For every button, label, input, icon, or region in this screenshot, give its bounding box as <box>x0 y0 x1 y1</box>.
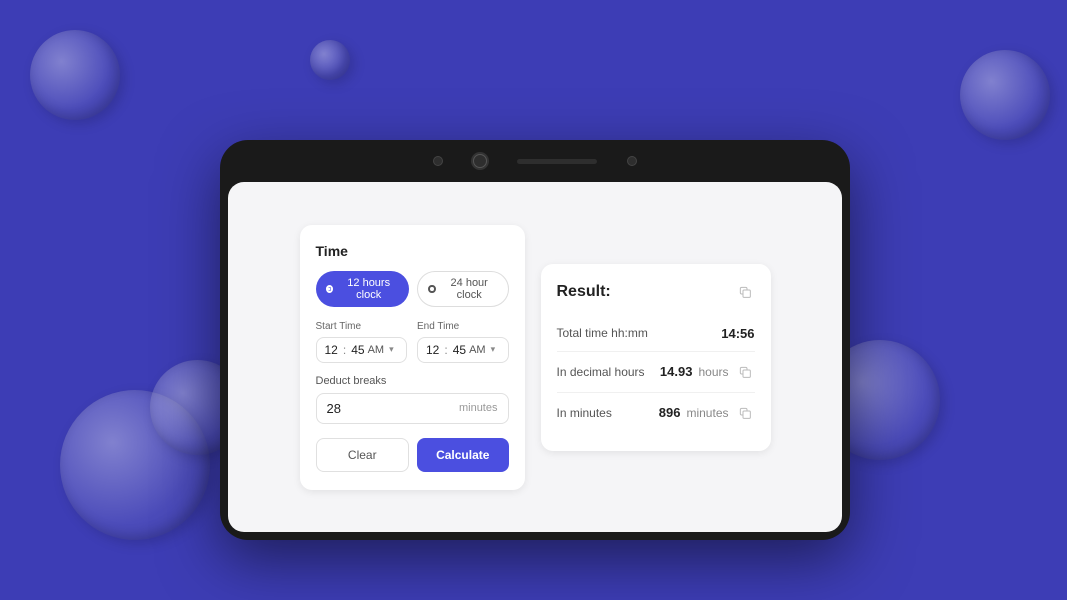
decimal-hours-right: 14.93 hours <box>660 362 755 382</box>
panel-title: Time <box>316 243 509 259</box>
total-time-right: 14:56 <box>721 326 754 341</box>
end-chevron-icon: ▾ <box>491 344 496 355</box>
start-ampm: AM <box>368 344 385 356</box>
tablet-frame: Time 12 hours clock 24 hour clock Start … <box>220 140 850 540</box>
result-row-decimal: In decimal hours 14.93 hours <box>557 352 755 393</box>
time-inputs-row: Start Time 12 : 45 AM ▾ End Time 12 : 45 <box>316 321 509 363</box>
12-hour-clock-button[interactable]: 12 hours clock <box>316 271 410 307</box>
start-hours: 12 <box>325 343 338 357</box>
deduct-breaks-value: 28 <box>327 401 459 416</box>
start-time-select[interactable]: 12 : 45 AM ▾ <box>316 337 408 363</box>
copy-minutes-button[interactable] <box>735 403 755 423</box>
end-time-select[interactable]: 12 : 45 AM ▾ <box>417 337 509 363</box>
24-hour-clock-label: 24 hour clock <box>441 277 498 301</box>
end-time-group: End Time 12 : 45 AM ▾ <box>417 321 509 363</box>
tablet-top-bar <box>220 140 850 182</box>
tablet-screen: Time 12 hours clock 24 hour clock Start … <box>228 182 842 532</box>
copy-decimal-button[interactable] <box>735 362 755 382</box>
minutes-value: 896 <box>659 405 681 420</box>
start-sep: : <box>343 343 346 357</box>
end-minutes: 45 <box>453 343 466 357</box>
start-chevron-icon: ▾ <box>389 344 394 355</box>
start-time-group: Start Time 12 : 45 AM ▾ <box>316 321 408 363</box>
decimal-hours-value: 14.93 <box>660 364 693 379</box>
mic-bar <box>517 159 597 164</box>
24-hour-clock-button[interactable]: 24 hour clock <box>417 271 508 307</box>
result-row-total: Total time hh:mm 14:56 <box>557 316 755 352</box>
action-buttons: Clear Calculate <box>316 438 509 472</box>
minutes-right: 896 minutes <box>659 403 755 423</box>
end-hours: 12 <box>426 343 439 357</box>
camera-center-icon <box>473 154 487 168</box>
camera-left-icon <box>433 156 443 166</box>
end-ampm: AM <box>469 344 486 356</box>
result-header: Result: <box>557 282 755 302</box>
end-sep: : <box>444 343 447 357</box>
minutes-label: In minutes <box>557 406 612 420</box>
camera-right-icon <box>627 156 637 166</box>
12-hour-clock-label: 12 hours clock <box>338 277 399 301</box>
result-title: Result: <box>557 283 611 301</box>
decimal-hours-unit: hours <box>698 365 728 379</box>
end-time-label: End Time <box>417 321 509 332</box>
deduct-breaks-unit: minutes <box>459 402 498 414</box>
copy-all-button[interactable] <box>735 282 755 302</box>
deduct-breaks-label: Deduct breaks <box>316 375 509 387</box>
total-time-value: 14:56 <box>721 326 754 341</box>
calculate-button[interactable]: Calculate <box>417 438 509 472</box>
minutes-unit: minutes <box>686 406 728 420</box>
clock-toggle-group: 12 hours clock 24 hour clock <box>316 271 509 307</box>
radio-dot-active <box>326 285 333 293</box>
bubble-3 <box>960 50 1050 140</box>
result-panel: Result: Total time hh:mm 14:56 In decima… <box>541 264 771 451</box>
radio-dot-inactive <box>428 285 435 293</box>
start-minutes: 45 <box>351 343 364 357</box>
decimal-hours-label: In decimal hours <box>557 365 645 379</box>
time-calculator-panel: Time 12 hours clock 24 hour clock Start … <box>300 225 525 490</box>
deduct-breaks-input[interactable]: 28 minutes <box>316 393 509 424</box>
total-time-label: Total time hh:mm <box>557 326 648 340</box>
bubble-1 <box>30 30 120 120</box>
result-row-minutes: In minutes 896 minutes <box>557 393 755 433</box>
start-time-label: Start Time <box>316 321 408 332</box>
bubble-2 <box>310 40 350 80</box>
clear-button[interactable]: Clear <box>316 438 410 472</box>
